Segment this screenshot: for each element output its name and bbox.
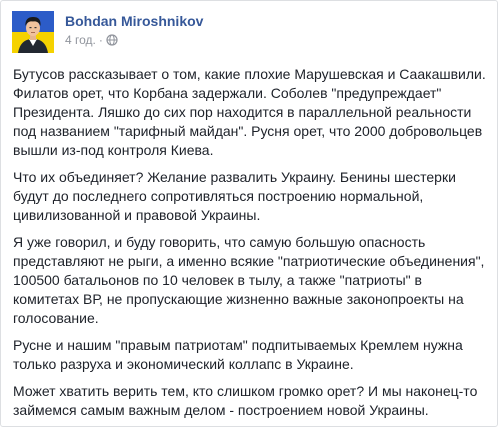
post-body: Бутусов рассказывает о том, какие плохие…	[13, 65, 487, 428]
post-paragraph: Русне и нашим "правым патриотам" подпиты…	[13, 337, 463, 372]
post-paragraph: Бутусов рассказывает о том, какие плохие…	[13, 66, 486, 158]
post-paragraph: Что их объединяет? Желание развалить Укр…	[13, 169, 456, 223]
post-timestamp[interactable]: 4 год.	[65, 33, 96, 47]
meta-separator: ·	[98, 33, 103, 47]
globe-icon[interactable]	[106, 34, 118, 46]
author-name[interactable]: Bohdan Miroshnikov	[65, 13, 203, 29]
facebook-post: Bohdan Miroshnikov 4 год. · Бутусов расск…	[0, 0, 498, 427]
avatar-ukraine-flag-icon	[12, 11, 54, 53]
post-meta: 4 год. ·	[65, 33, 118, 47]
avatar[interactable]	[12, 11, 54, 53]
post-paragraph: Может хватить верить тем, кто слишком гр…	[13, 383, 478, 418]
post-header: Bohdan Miroshnikov 4 год. ·	[12, 11, 487, 55]
post-paragraph: Я уже говорил, и буду говорить, что саму…	[13, 234, 485, 326]
